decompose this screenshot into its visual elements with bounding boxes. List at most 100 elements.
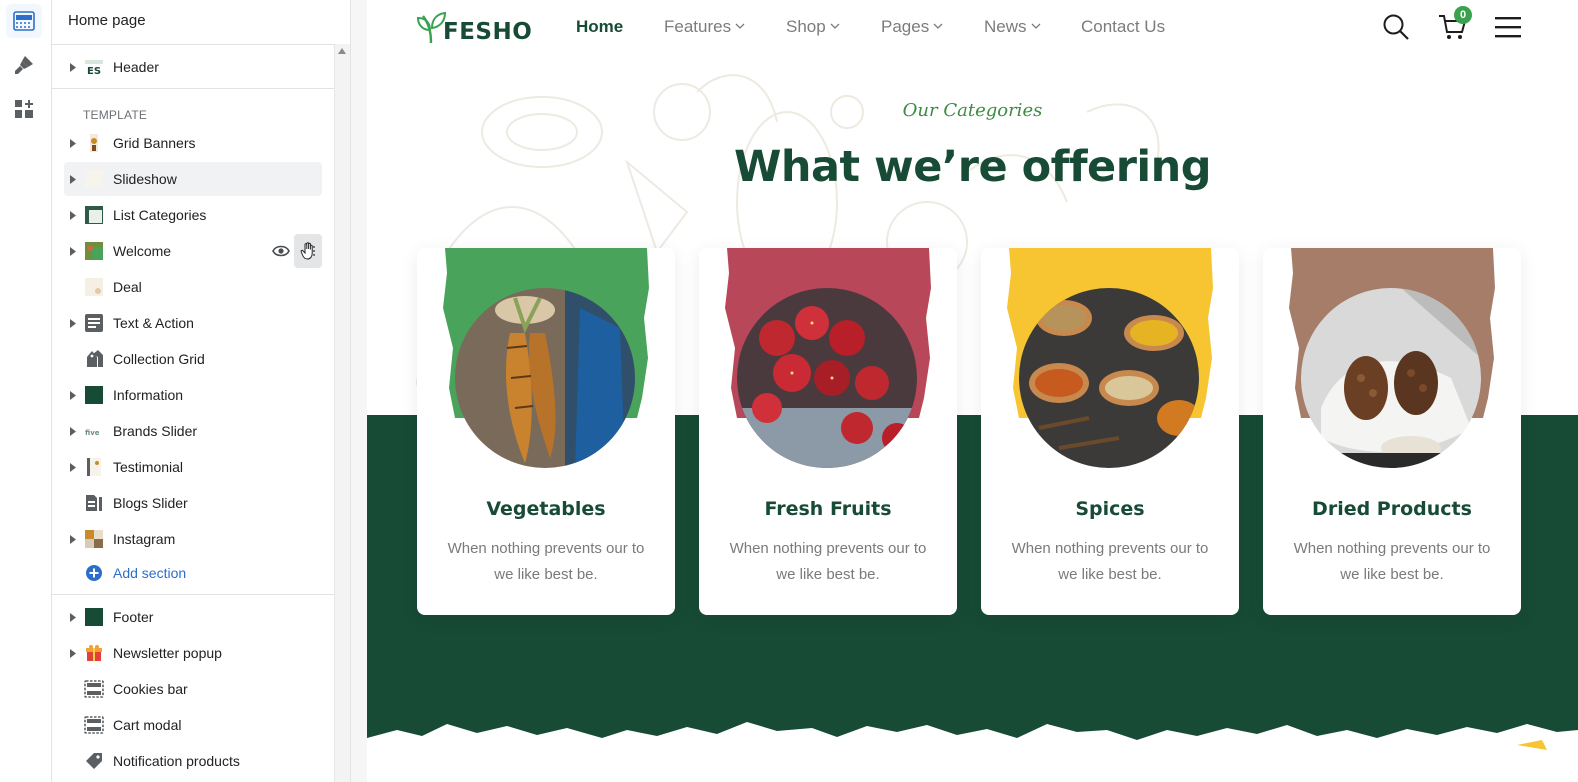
section-label: Footer xyxy=(113,609,154,625)
section-label: Brands Slider xyxy=(113,423,198,439)
layout-bar-icon xyxy=(84,679,104,699)
vegetables-image[interactable] xyxy=(455,288,635,468)
apps-add-icon[interactable] xyxy=(6,92,42,126)
testimonial-thumbnail-icon xyxy=(84,457,104,477)
category-card[interactable]: Fresh Fruits When nothing prevents our t… xyxy=(699,248,957,615)
add-section-label: Add section xyxy=(113,565,187,581)
section-newsletter-popup[interactable]: Newsletter popup xyxy=(64,636,322,670)
divider xyxy=(52,44,334,45)
section-blogs-slider[interactable]: Blogs Slider xyxy=(64,486,322,520)
cart-count-badge: 0 xyxy=(1454,6,1472,24)
store-header: FESHO Home Features Shop Pages News Cont… xyxy=(367,0,1578,52)
fresh-fruits-image[interactable] xyxy=(737,288,917,468)
expand-arrow-icon[interactable] xyxy=(64,174,82,184)
section-title: What we’re offering xyxy=(733,142,1212,192)
expand-arrow-icon[interactable] xyxy=(64,534,82,544)
divider xyxy=(52,594,334,595)
panel-scrollbar[interactable] xyxy=(334,44,350,782)
section-cart-modal[interactable]: Cart modal xyxy=(64,708,322,742)
expand-arrow-icon[interactable] xyxy=(64,210,82,220)
card-title[interactable]: Spices xyxy=(981,498,1239,520)
section-notification-products[interactable]: Notification products xyxy=(64,744,322,778)
expand-arrow-icon[interactable] xyxy=(64,390,82,400)
header-thumbnail-icon: ES xyxy=(84,57,104,77)
section-brands-slider[interactable]: five Brands Slider xyxy=(64,414,322,448)
card-description: When nothing prevents our to we like bes… xyxy=(729,540,927,583)
category-card[interactable]: Dried Products When nothing prevents our… xyxy=(1263,248,1521,615)
section-label: Welcome xyxy=(113,243,172,259)
expand-arrow-icon[interactable] xyxy=(64,62,82,72)
drag-handle-icon[interactable] xyxy=(294,234,322,268)
section-instagram[interactable]: Instagram xyxy=(64,522,322,556)
section-collection-grid[interactable]: Collection Grid xyxy=(64,342,322,376)
category-card[interactable]: Vegetables When nothing prevents our to … xyxy=(417,248,675,615)
add-section-button[interactable]: Add section xyxy=(64,556,322,590)
information-thumbnail-icon xyxy=(84,385,104,405)
section-text-action[interactable]: Text & Action xyxy=(64,306,322,340)
gift-icon xyxy=(84,643,104,663)
section-header[interactable]: ES Header xyxy=(64,50,322,84)
layout-modal-icon xyxy=(84,715,104,735)
svg-text:five: five xyxy=(85,429,100,437)
section-label: Text & Action xyxy=(113,315,194,331)
section-label: Deal xyxy=(113,279,142,295)
section-label: Cart modal xyxy=(113,717,182,733)
dried-products-image[interactable] xyxy=(1301,288,1481,468)
nav-features[interactable]: Features xyxy=(664,17,745,37)
brands-slider-thumbnail-icon: five xyxy=(84,421,104,441)
nav-contact-us[interactable]: Contact Us xyxy=(1081,17,1165,37)
section-slideshow[interactable]: Slideshow xyxy=(64,162,322,196)
editor-icon-rail xyxy=(0,0,52,782)
section-information[interactable]: Information xyxy=(64,378,322,412)
collection-tags-icon xyxy=(84,349,104,369)
section-label: List Categories xyxy=(113,207,207,223)
section-grid-banners[interactable]: Grid Banners xyxy=(64,126,322,160)
card-title[interactable]: Dried Products xyxy=(1263,498,1521,520)
section-label: Blogs Slider xyxy=(113,495,188,511)
spices-image[interactable] xyxy=(1019,288,1199,468)
section-list-categories[interactable]: List Categories xyxy=(64,198,322,232)
nav-news[interactable]: News xyxy=(984,17,1041,37)
expand-arrow-icon[interactable] xyxy=(64,138,82,148)
panel-divider xyxy=(350,0,367,782)
nav-shop[interactable]: Shop xyxy=(786,17,840,37)
expand-arrow-icon[interactable] xyxy=(64,612,82,622)
grid-banners-thumbnail-icon xyxy=(84,133,104,153)
expand-arrow-icon[interactable] xyxy=(64,648,82,658)
torn-paper-edge xyxy=(367,722,1578,782)
search-icon[interactable] xyxy=(1381,12,1411,42)
section-label: Slideshow xyxy=(113,171,177,187)
section-welcome[interactable]: Welcome xyxy=(64,234,322,268)
slideshow-thumbnail-icon xyxy=(84,169,104,189)
logo-text: FESHO xyxy=(443,19,533,45)
expand-arrow-icon[interactable] xyxy=(64,462,82,472)
section-cookies-bar[interactable]: Cookies bar xyxy=(64,672,322,706)
card-title[interactable]: Fresh Fruits xyxy=(699,498,957,520)
category-card[interactable]: Spices When nothing prevents our to we l… xyxy=(981,248,1239,615)
panel-title: Home page xyxy=(68,12,146,29)
deal-thumbnail-icon xyxy=(84,277,104,297)
section-label: Instagram xyxy=(113,531,176,547)
section-label: Notification products xyxy=(113,753,240,769)
sections-icon[interactable] xyxy=(6,4,42,38)
nav-pages[interactable]: Pages xyxy=(881,17,943,37)
section-label: Collection Grid xyxy=(113,351,205,367)
expand-arrow-icon[interactable] xyxy=(64,246,82,256)
expand-arrow-icon[interactable] xyxy=(64,318,82,328)
hamburger-menu-icon[interactable] xyxy=(1493,14,1523,40)
section-testimonial[interactable]: Testimonial xyxy=(64,450,322,484)
section-footer[interactable]: Footer xyxy=(64,600,322,634)
section-label: Header xyxy=(113,59,159,75)
eye-visibility-icon[interactable] xyxy=(272,245,290,257)
section-deal[interactable]: Deal xyxy=(64,270,322,304)
expand-arrow-icon[interactable] xyxy=(64,426,82,436)
theme-settings-brush-icon[interactable] xyxy=(6,48,42,82)
card-title[interactable]: Vegetables xyxy=(417,498,675,520)
nav-home[interactable]: Home xyxy=(576,17,623,37)
divider xyxy=(52,88,334,89)
store-logo[interactable]: FESHO xyxy=(417,8,532,44)
scroll-up-arrow-icon[interactable] xyxy=(338,48,346,54)
section-label: Information xyxy=(113,387,184,403)
plus-circle-icon xyxy=(84,563,104,583)
tag-icon xyxy=(84,751,104,771)
